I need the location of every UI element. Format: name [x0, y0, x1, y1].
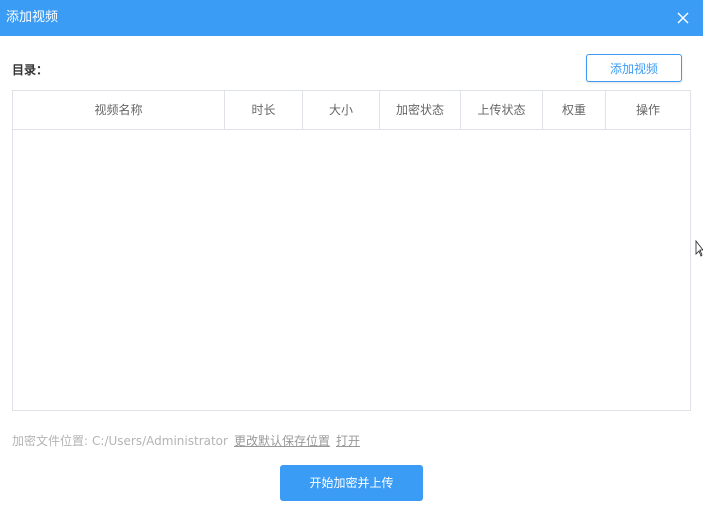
- encrypted-file-location: 加密文件位置: C:/Users/Administrator 更改默认保存位置 打开: [12, 432, 360, 449]
- start-encrypt-upload-button[interactable]: 开始加密并上传: [280, 465, 423, 501]
- column-header-size[interactable]: 大小: [303, 91, 380, 129]
- table-body: [13, 130, 690, 410]
- close-button[interactable]: [673, 8, 693, 28]
- table-header: 视频名称 时长 大小 加密状态 上传状态 权重 操作: [13, 91, 690, 130]
- path-value: C:/Users/Administrator: [92, 434, 228, 448]
- dialog-title: 添加视频: [6, 10, 59, 25]
- directory-label: 目录：: [12, 63, 49, 77]
- column-header-encrypt-status[interactable]: 加密状态: [380, 91, 461, 129]
- path-label: 加密文件位置:: [12, 434, 89, 448]
- change-default-location-link[interactable]: 更改默认保存位置: [234, 434, 330, 448]
- add-video-dialog: 添加视频 目录： 添加视频 视频名称 时长 大小 加密状态 上传状态 权重 操作…: [0, 0, 703, 513]
- dialog-titlebar: 添加视频: [0, 0, 703, 36]
- column-header-video-name[interactable]: 视频名称: [13, 91, 225, 129]
- column-header-upload-status[interactable]: 上传状态: [461, 91, 543, 129]
- column-header-weight[interactable]: 权重: [543, 91, 606, 129]
- column-header-duration[interactable]: 时长: [225, 91, 303, 129]
- open-folder-link[interactable]: 打开: [336, 434, 360, 448]
- close-icon: [677, 12, 689, 24]
- mouse-cursor-icon: [695, 240, 703, 257]
- add-video-button[interactable]: 添加视频: [586, 54, 682, 82]
- column-header-action[interactable]: 操作: [606, 91, 690, 129]
- video-table: 视频名称 时长 大小 加密状态 上传状态 权重 操作: [12, 90, 691, 411]
